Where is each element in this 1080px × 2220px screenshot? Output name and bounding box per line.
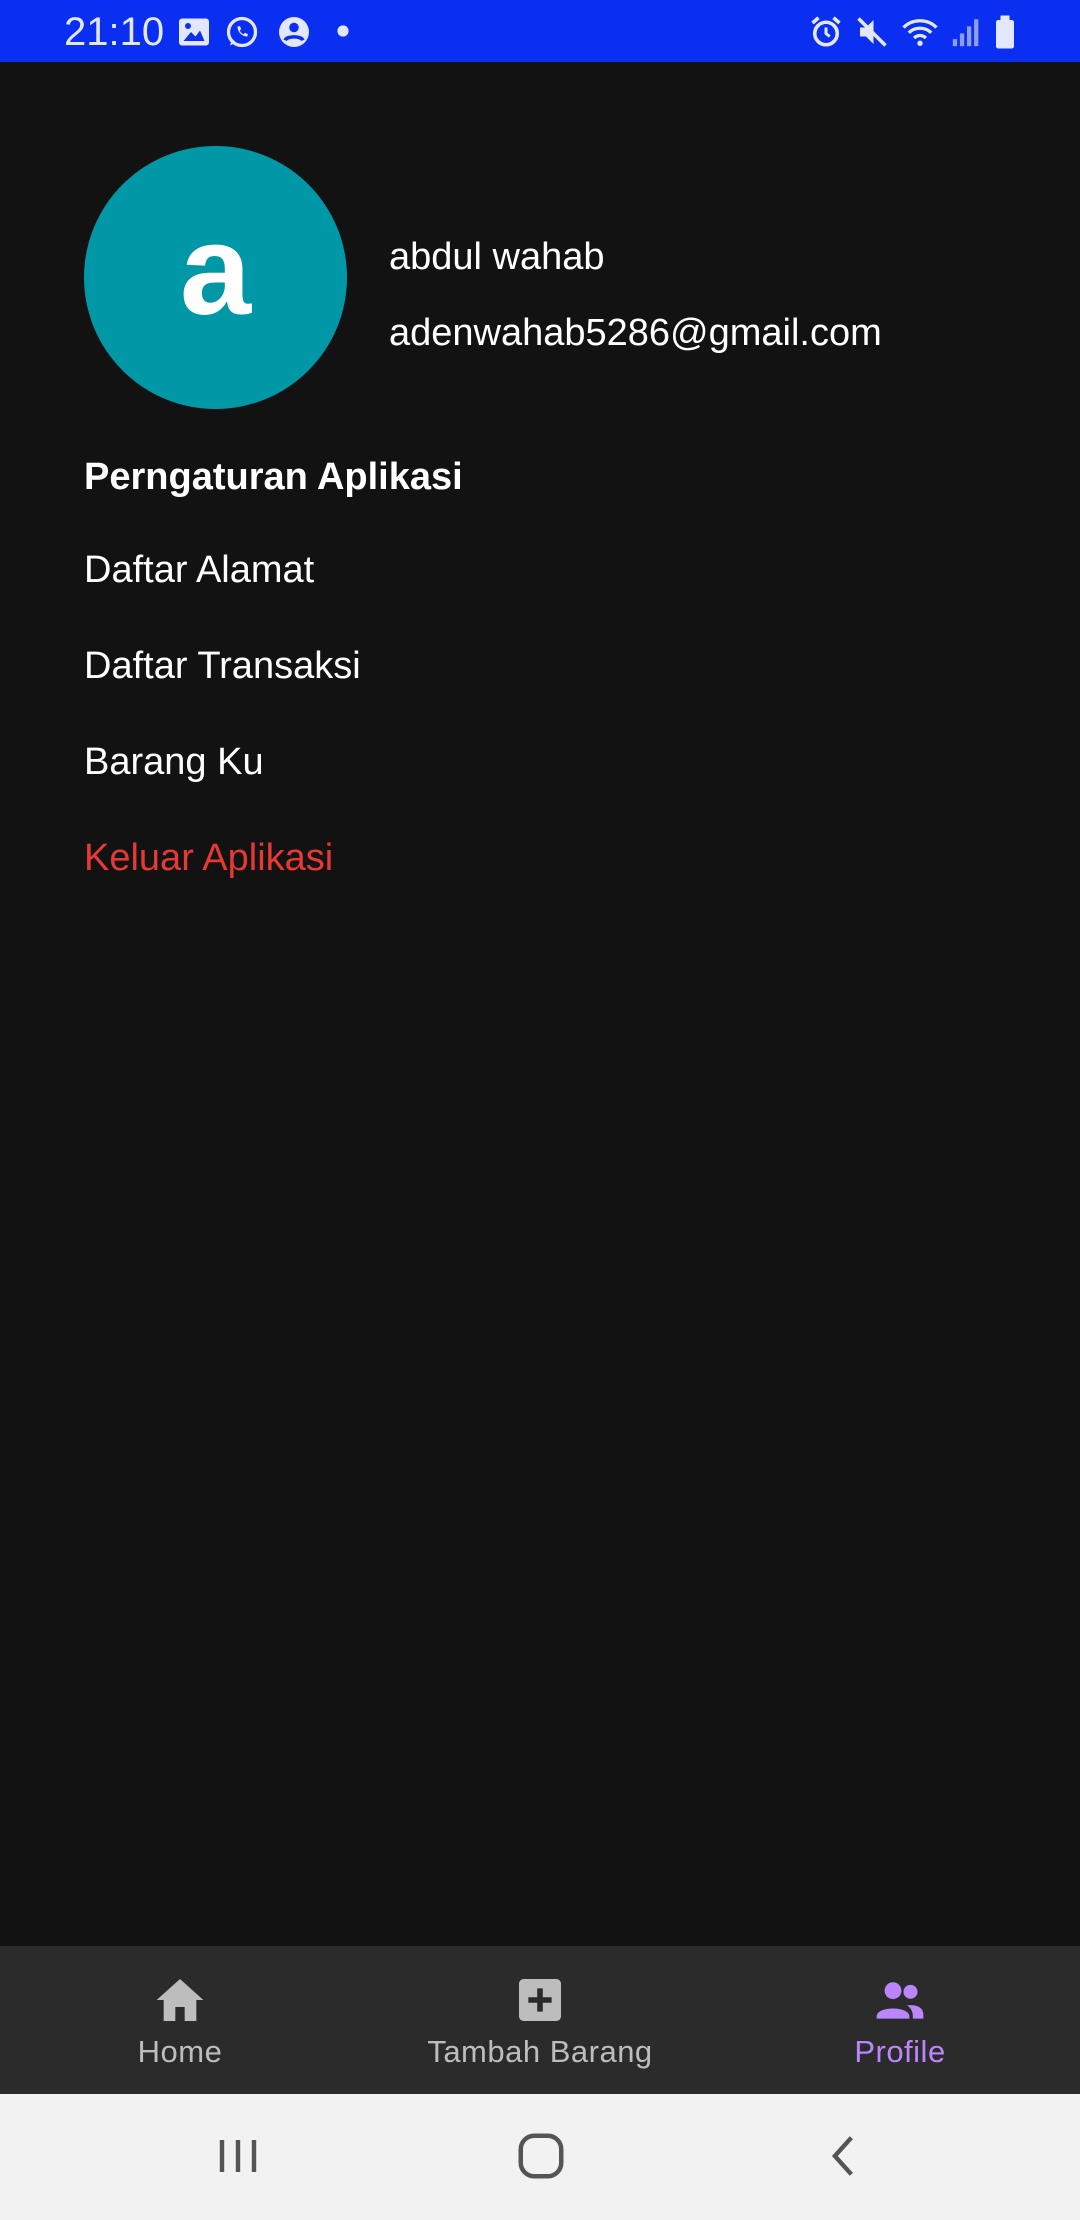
avatar[interactable]: a xyxy=(84,146,347,409)
settings-section-title: Perngaturan Aplikasi xyxy=(84,456,463,498)
home-circle-icon[interactable] xyxy=(514,2128,568,2184)
logout-button[interactable]: Keluar Aplikasi xyxy=(84,828,996,888)
menu-item-daftar-alamat[interactable]: Daftar Alamat xyxy=(84,540,996,600)
status-bar: 21:10 xyxy=(0,0,1080,62)
add-box-icon xyxy=(519,1979,561,2021)
menu-item-daftar-transaksi[interactable]: Daftar Transaksi xyxy=(84,636,996,696)
user-email: adenwahab5286@gmail.com xyxy=(389,312,882,354)
mute-icon xyxy=(857,17,887,47)
image-icon xyxy=(179,18,209,46)
wifi-icon xyxy=(902,19,938,46)
account-circle-icon xyxy=(279,17,309,47)
bottom-navigation: Home Tambah Barang Profile xyxy=(0,1946,1080,2094)
nav-profile[interactable]: Profile xyxy=(720,1946,1080,2094)
alarm-icon xyxy=(811,16,841,47)
nav-profile-label: Profile xyxy=(854,2034,946,2069)
whatsapp-icon xyxy=(226,16,258,48)
back-icon[interactable] xyxy=(822,2128,866,2184)
user-name: abdul wahab xyxy=(389,236,605,278)
status-time: 21:10 xyxy=(64,10,165,54)
recents-icon[interactable] xyxy=(214,2128,262,2184)
avatar-letter: a xyxy=(179,198,252,342)
system-navigation-bar xyxy=(0,2094,1080,2220)
home-icon xyxy=(156,1979,204,2021)
nav-tambah-barang-label: Tambah Barang xyxy=(427,2034,653,2069)
dot-icon xyxy=(337,25,349,37)
nav-tambah-barang[interactable]: Tambah Barang xyxy=(360,1946,720,2094)
battery-icon xyxy=(996,15,1014,49)
nav-home[interactable]: Home xyxy=(0,1946,360,2094)
nav-home-label: Home xyxy=(137,2034,223,2069)
signal-icon xyxy=(952,19,979,47)
people-icon xyxy=(876,1982,924,2019)
menu-item-barang-ku[interactable]: Barang Ku xyxy=(84,732,996,792)
profile-screen: a abdul wahab adenwahab5286@gmail.com Pe… xyxy=(0,62,1080,1946)
